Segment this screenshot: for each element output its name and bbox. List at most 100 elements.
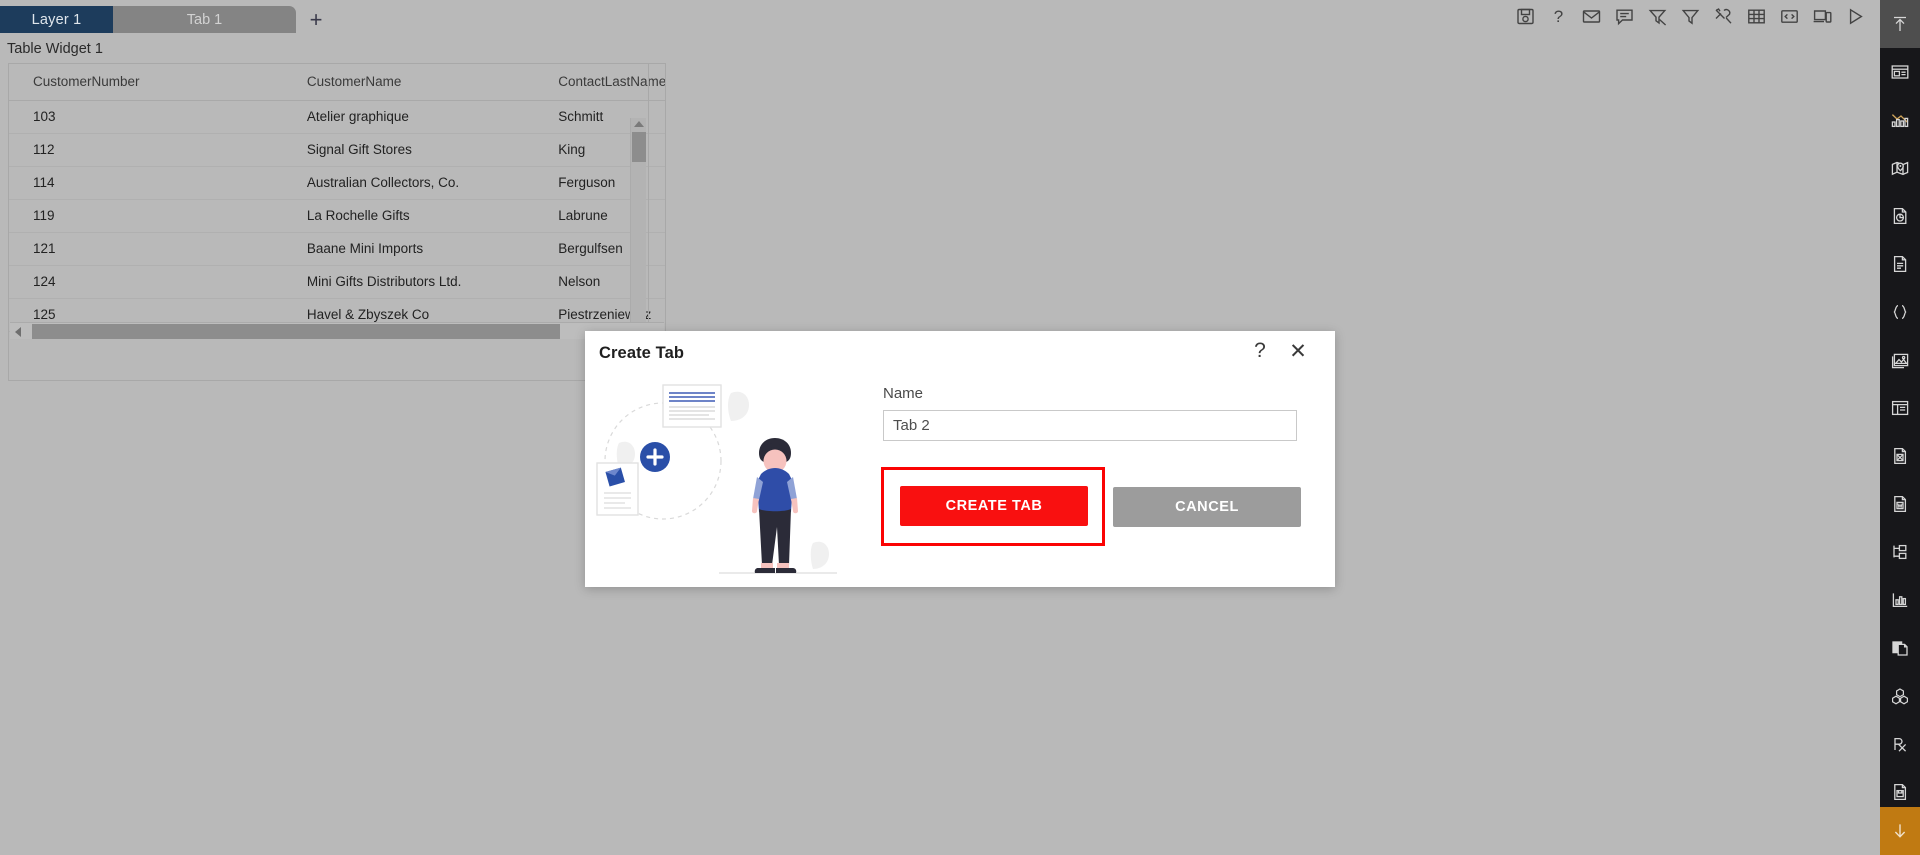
scroll-left-arrow-icon[interactable] [15,327,21,337]
image-icon [1890,350,1910,370]
tab-1[interactable]: Tab 1 [113,6,296,33]
table-row[interactable]: 112 Signal Gift Stores King [9,133,665,167]
table-horizontal-scrollbar[interactable] [10,322,664,339]
prescription-rx-icon [1890,734,1910,754]
help-question-icon[interactable]: ? [1548,6,1569,27]
sidebar-item-tree[interactable] [1880,528,1920,576]
scroll-up-arrow-icon[interactable] [634,121,644,127]
layout-panel-icon [1890,398,1910,418]
svg-text:?: ? [1554,7,1563,26]
save-icon[interactable] [1515,6,1536,27]
table-grid-icon[interactable] [1746,6,1767,27]
tab-1-label: Tab 1 [186,11,223,28]
cell-customer-number: 114 [9,166,283,200]
responsive-devices-icon[interactable] [1812,6,1833,27]
cell-customer-number: 119 [9,199,283,233]
design-canvas: Table Widget 1 CustomerNumber CustomerNa… [0,33,1880,855]
sidebar-item-scroll-down[interactable] [1880,807,1920,855]
tab-strip: Layer 1 Tab 1 + [0,0,336,33]
sidebar-item-report[interactable] [1880,192,1920,240]
collapse-up-icon [1890,14,1910,34]
top-bar: Layer 1 Tab 1 + ? [0,0,1880,33]
close-icon[interactable]: ✕ [1285,338,1311,364]
cell-customer-name: Baane Mini Imports [282,232,535,266]
cell-customer-name: Signal Gift Stores [282,133,535,167]
sidebar-item-rx[interactable] [1880,720,1920,768]
sidebar-item-collapse-up[interactable] [1880,0,1920,48]
cell-customer-number: 112 [9,133,283,167]
excel-file-icon [1890,446,1910,466]
application-window: Layer 1 Tab 1 + ? Table Widget 1 Custome… [0,0,1920,855]
sidebar-item-code-braces[interactable] [1880,288,1920,336]
tab-layer-1[interactable]: Layer 1 [0,6,113,33]
table-header-row: CustomerNumber CustomerName ContactLastN… [9,64,665,101]
sidebar-item-sparkline[interactable] [1880,576,1920,624]
cancel-button[interactable]: CANCEL [1113,486,1301,527]
sidebar-item-copy-pages[interactable] [1880,624,1920,672]
tab-name-form: Name [883,385,1307,441]
name-label: Name [883,385,924,402]
tab-layer-1-label: Layer 1 [31,11,82,28]
tree-structure-icon [1890,542,1910,562]
toolbar-icon-group: ? [1515,0,1880,33]
customer-table: CustomerNumber CustomerName ContactLastN… [9,64,665,332]
comment-icon[interactable] [1614,6,1635,27]
table-row[interactable]: 121 Baane Mini Imports Bergulfsen [9,232,665,266]
sidebar-item-chart[interactable] [1880,96,1920,144]
word-file-icon [1890,494,1910,514]
clear-filter-icon[interactable] [1647,6,1668,27]
create-tab-button[interactable]: CREATE TAB [900,486,1088,526]
tab-name-input[interactable] [883,410,1297,441]
play-run-icon[interactable] [1845,6,1866,27]
dialog-body: Name CREATE TAB CANCEL [585,377,1335,587]
copy-pages-icon [1890,638,1910,658]
cell-customer-number: 121 [9,232,283,266]
filter-icon[interactable] [1680,6,1701,27]
sidebar-item-image[interactable] [1880,336,1920,384]
code-icon[interactable] [1779,6,1800,27]
column-header-customer-name[interactable]: CustomerName [282,64,535,101]
right-sidebar [1880,0,1920,855]
sidebar-item-layout-panel[interactable] [1880,384,1920,432]
help-icon[interactable]: ? [1247,338,1273,364]
sidebar-item-text-document[interactable] [1880,240,1920,288]
cell-customer-number: 103 [9,100,283,134]
table-row[interactable]: 119 La Rochelle Gifts Labrune [9,199,665,233]
sidebar-item-widget-panel[interactable] [1880,48,1920,96]
table-row[interactable]: 114 Australian Collectors, Co. Ferguson [9,166,665,200]
mail-envelope-icon[interactable] [1581,6,1602,27]
sidebar-item-map[interactable] [1880,144,1920,192]
table-widget[interactable]: CustomerNumber CustomerName ContactLastN… [8,63,666,381]
column-header-contact-last-name[interactable]: ContactLastName [534,64,665,101]
dialog-button-row: CREATE TAB CANCEL [881,467,1301,546]
cell-customer-number: 124 [9,265,283,299]
sidebar-item-word[interactable] [1880,480,1920,528]
cubes-3d-icon [1890,686,1910,706]
cell-customer-name: Atelier graphique [282,100,535,134]
widget-panel-icon [1890,62,1910,82]
create-tab-highlight: CREATE TAB [881,467,1105,546]
cell-customer-name: Australian Collectors, Co. [282,166,535,200]
table-widget-title: Table Widget 1 [7,41,103,57]
table-row[interactable]: 103 Atelier graphique Schmitt [9,100,665,134]
chart-bar-line-icon [1890,110,1910,130]
add-tab-button[interactable]: + [296,6,336,33]
scroll-down-icon [1890,821,1910,841]
horizontal-scroll-thumb[interactable] [32,324,560,339]
map-pin-icon [1890,158,1910,178]
column-header-customer-number[interactable]: CustomerNumber [9,64,283,101]
sidebar-item-excel[interactable] [1880,432,1920,480]
text-document-icon [1890,254,1910,274]
create-tab-illustration [591,371,881,581]
pie-report-document-icon [1890,206,1910,226]
cell-customer-name: Mini Gifts Distributors Ltd. [282,265,535,299]
sidebar-item-cubes[interactable] [1880,672,1920,720]
report-save-icon [1890,782,1910,802]
vertical-scroll-thumb[interactable] [632,132,646,162]
sparkline-chart-icon [1890,590,1910,610]
plus-icon: + [309,6,323,32]
tools-icon[interactable] [1713,6,1734,27]
table-row[interactable]: 124 Mini Gifts Distributors Ltd. Nelson [9,265,665,299]
cell-customer-name: La Rochelle Gifts [282,199,535,233]
